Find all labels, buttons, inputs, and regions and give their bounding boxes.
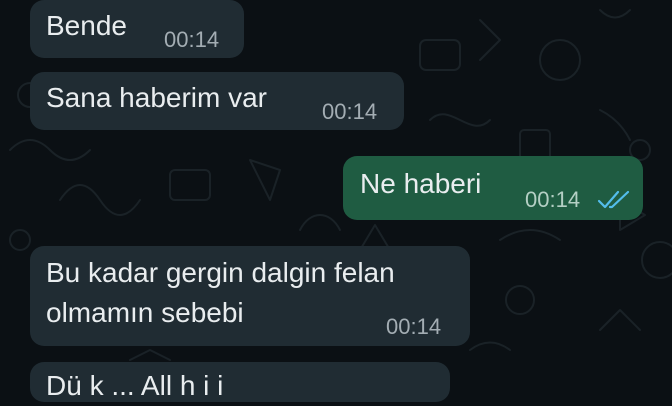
message-bubble-incoming[interactable]: Bende 00:14 <box>30 0 244 58</box>
message-text-line-2: olmamın sebebi <box>46 297 244 328</box>
message-bubble-incoming[interactable]: Bu kadar gergin dalgin felan olmamın seb… <box>30 246 470 346</box>
message-text: Bende <box>46 10 127 41</box>
message-text-line-1: Bu kadar gergin dalgin felan <box>46 257 395 288</box>
message-text: Ne haberi <box>360 168 482 199</box>
message-timestamp: 00:14 <box>386 314 442 339</box>
message-bubble-incoming[interactable]: Sana haberim var 00:14 <box>30 72 404 130</box>
message-timestamp: 00:14 <box>322 99 378 124</box>
double-check-read-icon <box>597 190 630 209</box>
message-bubble-outgoing[interactable]: Ne haberi 00:14 <box>343 156 643 220</box>
message-text: Sana haberim var <box>46 82 268 113</box>
message-timestamp: 00:14 <box>164 27 220 52</box>
message-timestamp: 00:14 <box>525 187 581 212</box>
message-bubble-incoming-partial[interactable]: Dü k ... All h i i <box>30 362 450 402</box>
message-text: Dü k ... All h i i <box>46 370 224 401</box>
